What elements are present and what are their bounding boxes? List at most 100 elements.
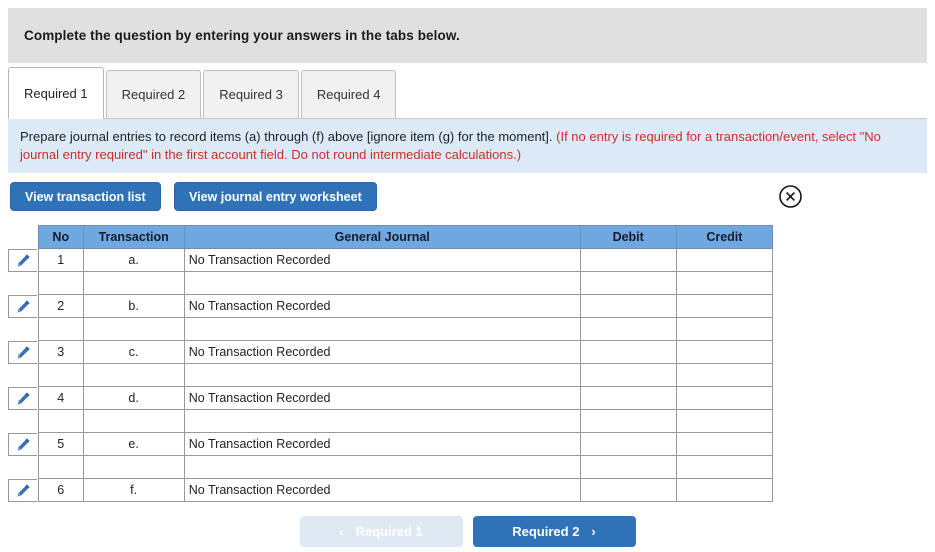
cell-general-journal-empty[interactable] (183, 271, 581, 295)
table-spacer-row (38, 271, 774, 295)
row-edit-pencil-icon[interactable] (8, 295, 37, 318)
next-required-label: Required 2 (512, 523, 580, 539)
required-tabs: Required 1 Required 2 Required 3 Required 4 (8, 67, 927, 119)
journal-entry-table-area: No Transaction General Journal Debit Credit … (8, 225, 798, 502)
column-header-debit: Debit (579, 225, 677, 249)
cell-transaction[interactable]: d. (82, 386, 185, 410)
cell-no-empty[interactable] (38, 271, 84, 295)
cell-transaction[interactable]: b. (82, 294, 185, 318)
row-edit-pencil-icon[interactable] (8, 479, 37, 502)
instruction-banner: Complete the question by entering your a… (8, 8, 927, 63)
cell-credit-empty[interactable] (675, 455, 774, 479)
cell-debit[interactable] (579, 248, 677, 272)
row-edit-pencil-icon[interactable] (8, 387, 37, 410)
tab-required-4[interactable]: Required 4 (300, 70, 397, 118)
instructions-main-text: Prepare journal entries to record items … (20, 129, 553, 144)
cell-general-journal[interactable]: No Transaction Recorded (183, 248, 581, 272)
cell-debit[interactable] (579, 478, 677, 502)
instruction-banner-text: Complete the question by entering your a… (24, 28, 460, 43)
row-edit-pencil-icon[interactable] (8, 249, 37, 272)
cell-debit-empty[interactable] (579, 317, 677, 341)
row-edit-gutter-spacer (8, 318, 37, 341)
cell-transaction-empty[interactable] (82, 409, 185, 433)
row-edit-pencil-icon[interactable] (8, 433, 37, 456)
action-buttons-row: View transaction list View journal entry… (8, 182, 927, 212)
cell-debit[interactable] (579, 294, 677, 318)
cell-general-journal[interactable]: No Transaction Recorded (183, 294, 581, 318)
cell-debit-empty[interactable] (579, 363, 677, 387)
cell-transaction[interactable]: a. (82, 248, 185, 272)
cell-transaction[interactable]: f. (82, 478, 185, 502)
cell-transaction-empty[interactable] (82, 363, 185, 387)
row-edit-gutter-spacer (8, 272, 37, 295)
cell-no[interactable]: 5 (38, 432, 84, 456)
table-row: 4 d. No Transaction Recorded (38, 386, 774, 410)
cell-general-journal[interactable]: No Transaction Recorded (183, 386, 581, 410)
cell-general-journal-empty[interactable] (183, 317, 581, 341)
table-spacer-row (38, 455, 774, 479)
worksheet-page: Complete the question by entering your a… (0, 0, 935, 552)
row-edit-pencil-icon[interactable] (8, 341, 37, 364)
next-required-button[interactable]: Required 2 › (472, 515, 636, 547)
cell-debit-empty[interactable] (579, 409, 677, 433)
cell-no[interactable]: 6 (38, 478, 84, 502)
tab-label: Required 2 (121, 87, 186, 102)
cell-debit[interactable] (579, 340, 677, 364)
previous-required-button[interactable]: ‹ Required 1 (299, 515, 463, 547)
tab-required-3[interactable]: Required 3 (203, 70, 299, 118)
previous-required-label: Required 1 (355, 523, 423, 539)
cell-credit[interactable] (675, 432, 774, 456)
cell-credit[interactable] (675, 340, 774, 364)
cell-transaction[interactable]: c. (82, 340, 185, 364)
cell-debit-empty[interactable] (579, 455, 677, 479)
cell-transaction-empty[interactable] (82, 455, 185, 479)
column-header-transaction: Transaction (82, 225, 185, 249)
cell-credit[interactable] (675, 294, 774, 318)
cell-credit[interactable] (675, 386, 774, 410)
cell-credit-empty[interactable] (675, 317, 774, 341)
table-spacer-row (38, 317, 774, 341)
cell-credit-empty[interactable] (675, 271, 774, 295)
cell-general-journal-empty[interactable] (183, 409, 581, 433)
tab-label: Required 4 (316, 87, 381, 102)
cell-credit-empty[interactable] (675, 409, 774, 433)
column-header-no: No (38, 225, 84, 249)
cell-no[interactable]: 1 (38, 248, 84, 272)
cell-no[interactable]: 4 (38, 386, 84, 410)
cell-debit-empty[interactable] (579, 271, 677, 295)
cell-credit[interactable] (675, 248, 774, 272)
cell-general-journal[interactable]: No Transaction Recorded (183, 432, 581, 456)
cell-debit[interactable] (579, 386, 677, 410)
cell-no-empty[interactable] (38, 363, 84, 387)
cell-transaction-empty[interactable] (82, 271, 185, 295)
table-header-row: No Transaction General Journal Debit Credit (38, 225, 774, 249)
tab-required-2[interactable]: Required 2 (105, 70, 202, 118)
table-row: 5 e. No Transaction Recorded (38, 432, 774, 456)
cell-general-journal-empty[interactable] (183, 363, 581, 387)
table-row: 3 c. No Transaction Recorded (38, 340, 774, 364)
question-instructions-panel: Prepare journal entries to record items … (8, 119, 927, 173)
table-spacer-row (38, 409, 774, 433)
row-edit-gutter-spacer (8, 456, 37, 479)
cell-credit-empty[interactable] (675, 363, 774, 387)
close-circle-icon[interactable] (778, 184, 803, 209)
chevron-left-icon: ‹ (339, 523, 344, 539)
tab-required-1[interactable]: Required 1 (8, 67, 104, 119)
cell-general-journal[interactable]: No Transaction Recorded (183, 478, 581, 502)
cell-no-empty[interactable] (38, 455, 84, 479)
tab-label: Required 3 (219, 87, 283, 102)
bottom-navigation: ‹ Required 1 Required 2 › (0, 514, 935, 548)
cell-credit[interactable] (675, 478, 774, 502)
cell-transaction[interactable]: e. (82, 432, 185, 456)
view-journal-entry-worksheet-button[interactable]: View journal entry worksheet (174, 182, 377, 211)
cell-no[interactable]: 2 (38, 294, 84, 318)
cell-no-empty[interactable] (38, 317, 84, 341)
cell-transaction-empty[interactable] (82, 317, 185, 341)
cell-general-journal[interactable]: No Transaction Recorded (183, 340, 581, 364)
column-header-credit: Credit (675, 225, 774, 249)
cell-no[interactable]: 3 (38, 340, 84, 364)
cell-no-empty[interactable] (38, 409, 84, 433)
cell-debit[interactable] (579, 432, 677, 456)
view-transaction-list-button[interactable]: View transaction list (10, 182, 161, 211)
cell-general-journal-empty[interactable] (183, 455, 581, 479)
